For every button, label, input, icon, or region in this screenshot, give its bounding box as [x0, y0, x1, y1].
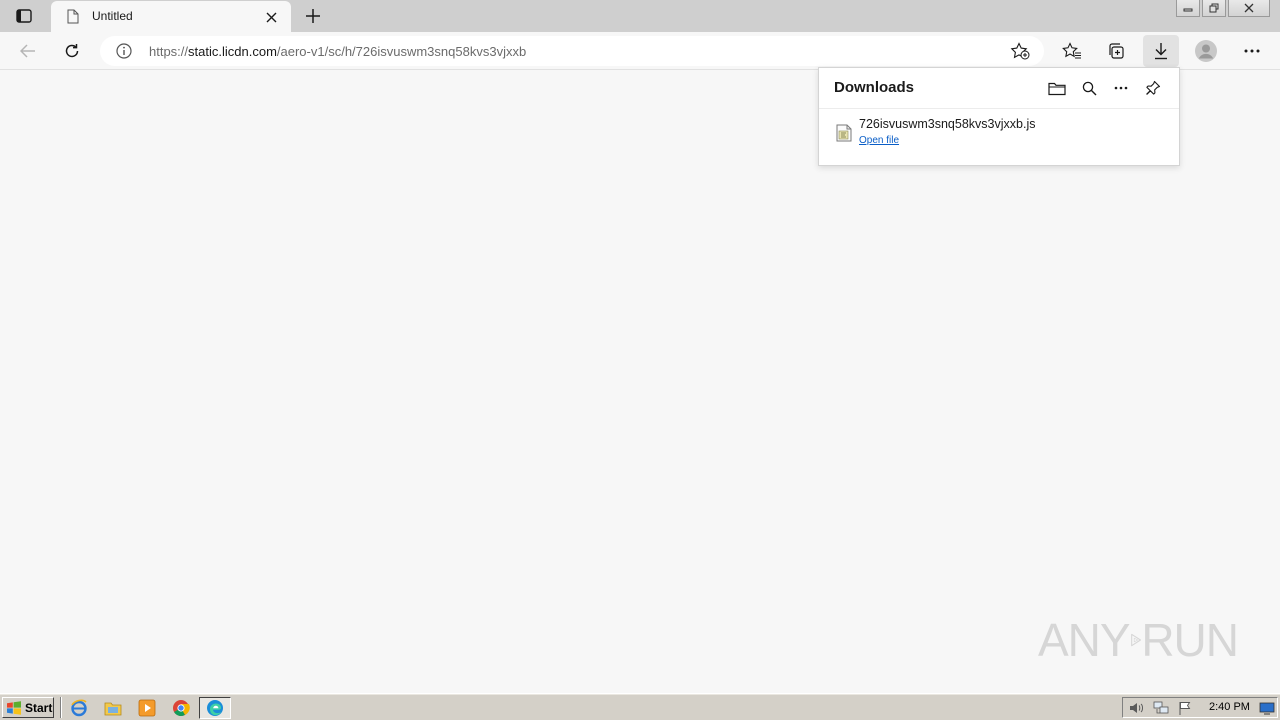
file-explorer-icon	[104, 702, 122, 716]
quicklaunch-media-player[interactable]	[137, 698, 157, 718]
quicklaunch-chrome[interactable]	[171, 698, 191, 718]
desktop-icon	[1259, 702, 1275, 715]
settings-more-button[interactable]	[1236, 35, 1268, 67]
search-downloads-button[interactable]	[1079, 78, 1099, 98]
system-tray: 2:40 PM	[1122, 697, 1278, 718]
pin-downloads-button[interactable]	[1143, 78, 1163, 98]
downloads-divider	[819, 108, 1179, 109]
tab-actions-icon	[16, 9, 32, 23]
address-bar[interactable]: https://static.licdn.com/aero-v1/sc/h/72…	[100, 36, 1044, 66]
start-button[interactable]: Start	[2, 697, 54, 718]
tab-untitled[interactable]: Untitled	[51, 1, 291, 32]
restore-button[interactable]	[1202, 0, 1226, 17]
more-icon	[1244, 49, 1260, 53]
edge-icon	[207, 700, 223, 716]
browser-toolbar: https://static.licdn.com/aero-v1/sc/h/72…	[0, 32, 1280, 70]
favorites-icon	[1062, 42, 1081, 59]
open-downloads-folder-button[interactable]	[1047, 78, 1067, 98]
taskbar-separator	[60, 697, 62, 718]
volume-button[interactable]	[1129, 701, 1145, 715]
chrome-icon	[173, 700, 190, 716]
more-icon	[1114, 86, 1128, 90]
flag-icon	[1179, 702, 1191, 715]
tab-close-button[interactable]	[263, 9, 279, 25]
refresh-icon	[65, 44, 79, 58]
downloads-more-button[interactable]	[1111, 78, 1131, 98]
plus-icon	[306, 9, 320, 23]
tab-strip: Untitled	[0, 0, 1280, 32]
back-arrow-icon	[20, 44, 35, 58]
search-icon	[1082, 81, 1096, 95]
collections-icon	[1109, 43, 1124, 59]
taskbar-edge-active[interactable]	[199, 697, 231, 719]
folder-icon	[1048, 82, 1066, 95]
action-center-button[interactable]	[1177, 701, 1193, 715]
url-text[interactable]: https://static.licdn.com/aero-v1/sc/h/72…	[149, 44, 526, 59]
restore-icon	[1209, 3, 1219, 13]
download-item[interactable]: 726isvuswm3snq58kvs3vjxxb.js Open file	[819, 112, 1179, 164]
minimize-button[interactable]	[1176, 0, 1200, 17]
watermark-text-right: RUN	[1141, 614, 1239, 666]
download-icon	[1155, 43, 1167, 60]
tab-title: Untitled	[92, 9, 133, 23]
start-label: Start	[25, 700, 53, 715]
window-close-button[interactable]	[1228, 0, 1270, 17]
taskbar-clock[interactable]: 2:40 PM	[1209, 701, 1250, 713]
close-icon	[1244, 3, 1254, 13]
url-path: /aero-v1/sc/h/726isvuswm3snq58kvs3vjxxb	[276, 44, 527, 59]
minimize-icon	[1183, 8, 1193, 12]
watermark-text-left: ANY	[1038, 614, 1131, 666]
taskbar: Start 2:40 PM	[0, 693, 1280, 720]
close-icon	[266, 12, 276, 22]
page-icon	[67, 9, 79, 24]
anyrun-watermark: ANY RUN	[1038, 608, 1239, 672]
back-button[interactable]	[12, 35, 44, 67]
network-button[interactable]	[1153, 701, 1169, 715]
tab-actions-button[interactable]	[10, 5, 38, 27]
favorites-button[interactable]	[1056, 35, 1088, 67]
profile-button[interactable]	[1190, 35, 1222, 67]
media-player-icon	[138, 699, 156, 717]
downloads-button[interactable]	[1143, 35, 1179, 67]
pin-icon	[1146, 80, 1161, 95]
info-icon[interactable]	[116, 43, 132, 59]
internet-explorer-icon	[71, 699, 87, 717]
download-file-name[interactable]: 726isvuswm3snq58kvs3vjxxb.js	[859, 117, 1035, 131]
url-scheme: https://	[149, 44, 189, 59]
open-file-link[interactable]: Open file	[859, 135, 899, 146]
collections-button[interactable]	[1100, 35, 1132, 67]
downloads-panel: Downloads 726isvuswm3snq58kvs3vjxxb.js O…	[818, 67, 1180, 166]
new-tab-button[interactable]	[300, 4, 326, 28]
downloads-title: Downloads	[834, 79, 915, 96]
window-controls	[1176, 0, 1270, 18]
show-desktop-button[interactable]	[1259, 701, 1275, 715]
js-file-icon	[836, 124, 852, 142]
url-host: static.licdn.com	[188, 44, 277, 59]
speaker-icon	[1130, 703, 1143, 713]
add-favorite-icon[interactable]	[1010, 42, 1030, 60]
quicklaunch-ie[interactable]	[69, 698, 89, 718]
refresh-button[interactable]	[56, 35, 88, 67]
play-logo-icon	[1130, 633, 1141, 647]
windows-logo-icon	[7, 700, 21, 715]
avatar-icon	[1195, 40, 1217, 62]
network-icon	[1153, 701, 1169, 714]
quicklaunch-explorer[interactable]	[103, 698, 123, 718]
